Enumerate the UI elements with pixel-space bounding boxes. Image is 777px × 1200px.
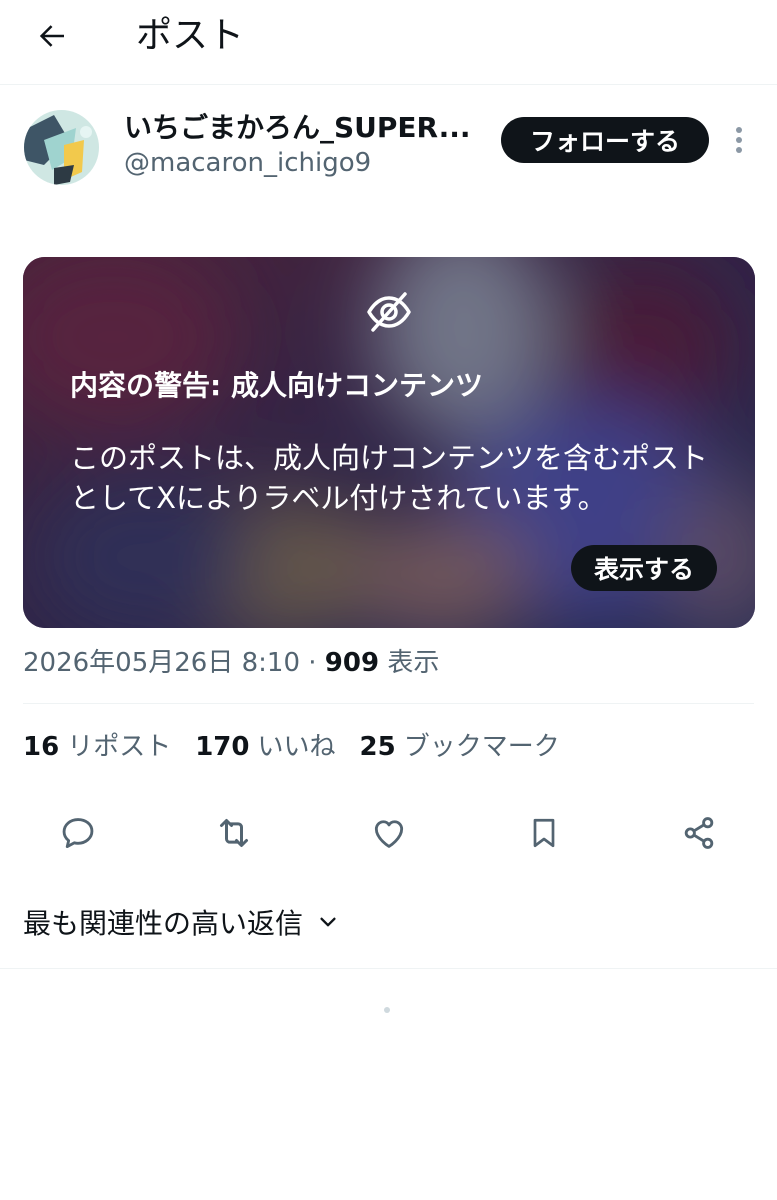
- like-icon: [374, 820, 404, 848]
- chevron-down-icon: [320, 917, 336, 927]
- more-options-button[interactable]: [722, 120, 756, 160]
- author-display-name[interactable]: いちごまかろん_SUPER...: [124, 108, 471, 148]
- likes-count: 170: [195, 732, 250, 762]
- likes-label: いいね: [257, 732, 336, 762]
- avatar[interactable]: [24, 110, 99, 185]
- page-title: ポスト: [136, 15, 245, 56]
- eye-slash-icon: [367, 292, 411, 332]
- content-warning-text: このポストは、成人向けコンテンツを含むポストとしてXによりラベル付けされています…: [70, 441, 709, 515]
- bookmarks-stat[interactable]: 25 ブックマーク: [360, 728, 560, 766]
- reply-sort-label: 最も関連性の高い返信: [23, 907, 304, 940]
- bookmark-button[interactable]: [519, 808, 569, 858]
- reply-icon: [62, 818, 94, 849]
- engagement-stats: 16 リポスト 170 いいね 25 ブックマーク: [23, 728, 560, 766]
- reply-button[interactable]: [53, 808, 103, 858]
- post-timestamp[interactable]: 2026年05月26日 8:10: [23, 648, 300, 678]
- share-icon: [684, 817, 714, 849]
- post-meta: 2026年05月26日 8:10 · 909 表示: [23, 644, 439, 682]
- views-count: 909: [324, 648, 380, 678]
- content-warning-title: 内容の警告: 成人向けコンテンツ: [70, 369, 483, 402]
- views-label: 表示: [379, 648, 440, 678]
- repost-icon: [220, 819, 248, 847]
- bookmarks-label: ブックマーク: [403, 732, 560, 762]
- bookmark-icon: [533, 818, 555, 848]
- loading-indicator: [384, 1007, 390, 1013]
- back-button[interactable]: [22, 14, 82, 58]
- likes-stat[interactable]: 170 いいね: [195, 728, 335, 766]
- bookmarks-count: 25: [359, 732, 396, 762]
- divider: [23, 703, 754, 704]
- divider: [0, 968, 777, 969]
- like-button[interactable]: [364, 808, 414, 858]
- reposts-stat[interactable]: 16 リポスト: [23, 728, 171, 766]
- show-media-button[interactable]: 表示する: [571, 545, 717, 591]
- meta-separator: ·: [300, 648, 325, 678]
- repost-button[interactable]: [209, 808, 259, 858]
- share-button[interactable]: [674, 808, 724, 858]
- top-bar: [0, 0, 777, 85]
- more-vertical-icon: [736, 127, 742, 153]
- follow-button[interactable]: フォローする: [501, 117, 709, 163]
- arrow-left-icon: [39, 25, 64, 47]
- reply-sort-selector[interactable]: 最も関連性の高い返信: [23, 902, 339, 942]
- avatar-image: [24, 110, 99, 185]
- reposts-count: 16: [23, 732, 60, 762]
- reposts-label: リポスト: [67, 732, 172, 762]
- author-handle[interactable]: @macaron_ichigo9: [124, 145, 371, 181]
